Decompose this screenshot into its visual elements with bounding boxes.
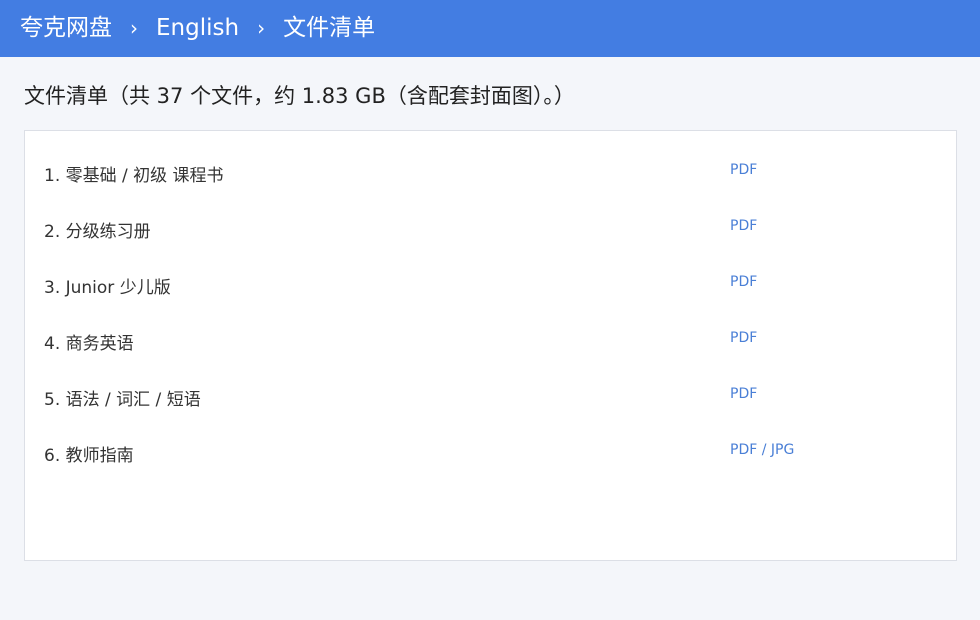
file-name: 3. Junior 少儿版 [44, 278, 171, 298]
file-name: 5. 语法 / 词汇 / 短语 [44, 390, 201, 410]
file-name: 4. 商务英语 [44, 334, 134, 354]
file-type-link[interactable]: PDF / JPG [730, 442, 794, 458]
file-type-link[interactable]: PDF [730, 386, 757, 402]
breadcrumb-separator: › [257, 16, 266, 40]
file-type-link[interactable]: PDF [730, 330, 757, 346]
file-list-panel: 1. 零基础 / 初级 课程书 PDF 2. 分级练习册 PDF 3. Juni… [24, 130, 957, 561]
breadcrumb-file-list: 文件清单 [283, 15, 376, 41]
breadcrumb-separator: › [130, 16, 138, 40]
breadcrumb-quark-drive[interactable]: 夸克网盘 [20, 0, 112, 57]
breadcrumb-english[interactable]: English [156, 0, 239, 57]
file-name: 2. 分级练习册 [44, 222, 151, 242]
page-title: 文件清单（共 37 个文件，约 1.83 GB（含配套封面图）。） [24, 84, 575, 108]
list-item[interactable]: 1. 零基础 / 初级 课程书 PDF [25, 141, 956, 197]
list-item[interactable]: 6. 教师指南 PDF / JPG [25, 421, 956, 477]
file-type-link[interactable]: PDF [730, 218, 757, 234]
header-bar: 夸克网盘 › English › 文件清单 [0, 0, 980, 57]
list-item[interactable]: 4. 商务英语 PDF [25, 309, 956, 365]
list-item[interactable]: 5. 语法 / 词汇 / 短语 PDF [25, 365, 956, 421]
list-item[interactable]: 2. 分级练习册 PDF [25, 197, 956, 253]
list-item[interactable]: 3. Junior 少儿版 PDF [25, 253, 956, 309]
file-name: 1. 零基础 / 初级 课程书 [44, 166, 224, 186]
file-type-link[interactable]: PDF [730, 162, 757, 178]
file-name: 6. 教师指南 [44, 446, 134, 466]
file-type-link[interactable]: PDF [730, 274, 757, 290]
